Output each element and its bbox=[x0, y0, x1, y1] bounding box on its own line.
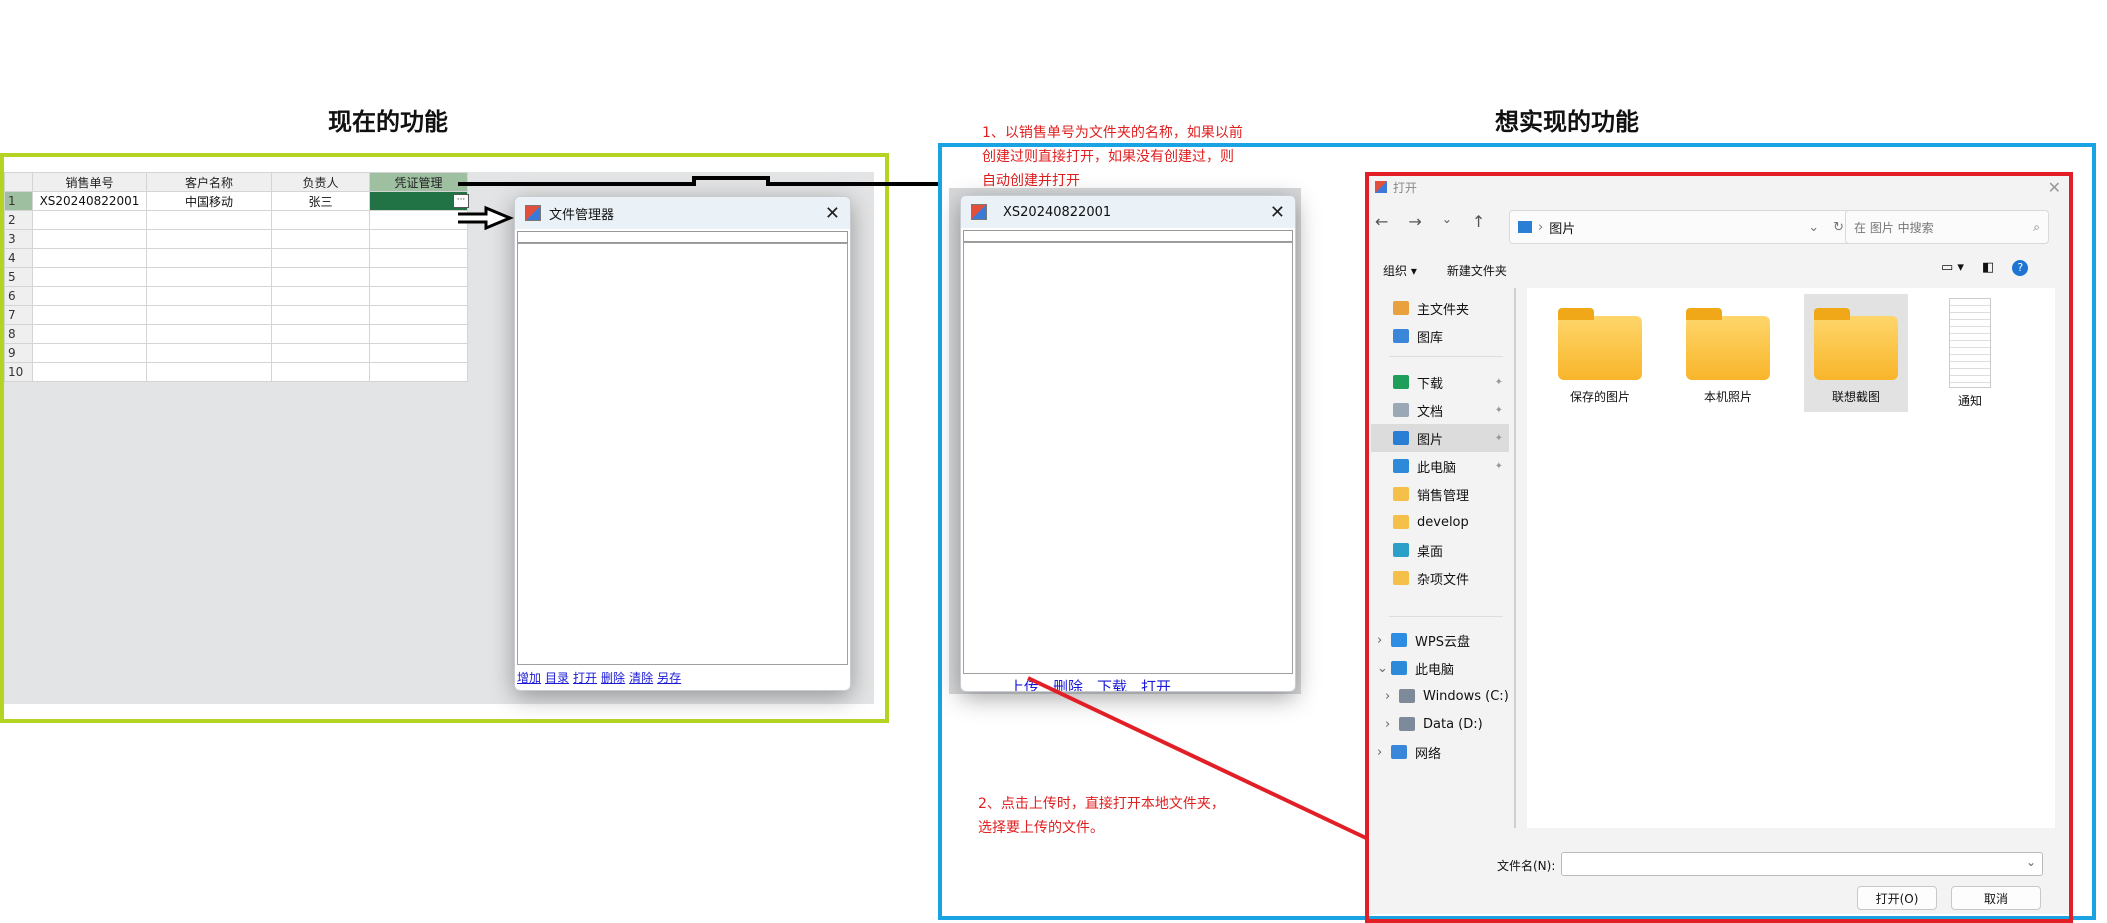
connector-line-upload bbox=[1027, 676, 1367, 840]
connector-overlay bbox=[458, 176, 1367, 840]
arrow-to-file-manager bbox=[458, 205, 514, 231]
connector-line-top bbox=[458, 176, 938, 186]
